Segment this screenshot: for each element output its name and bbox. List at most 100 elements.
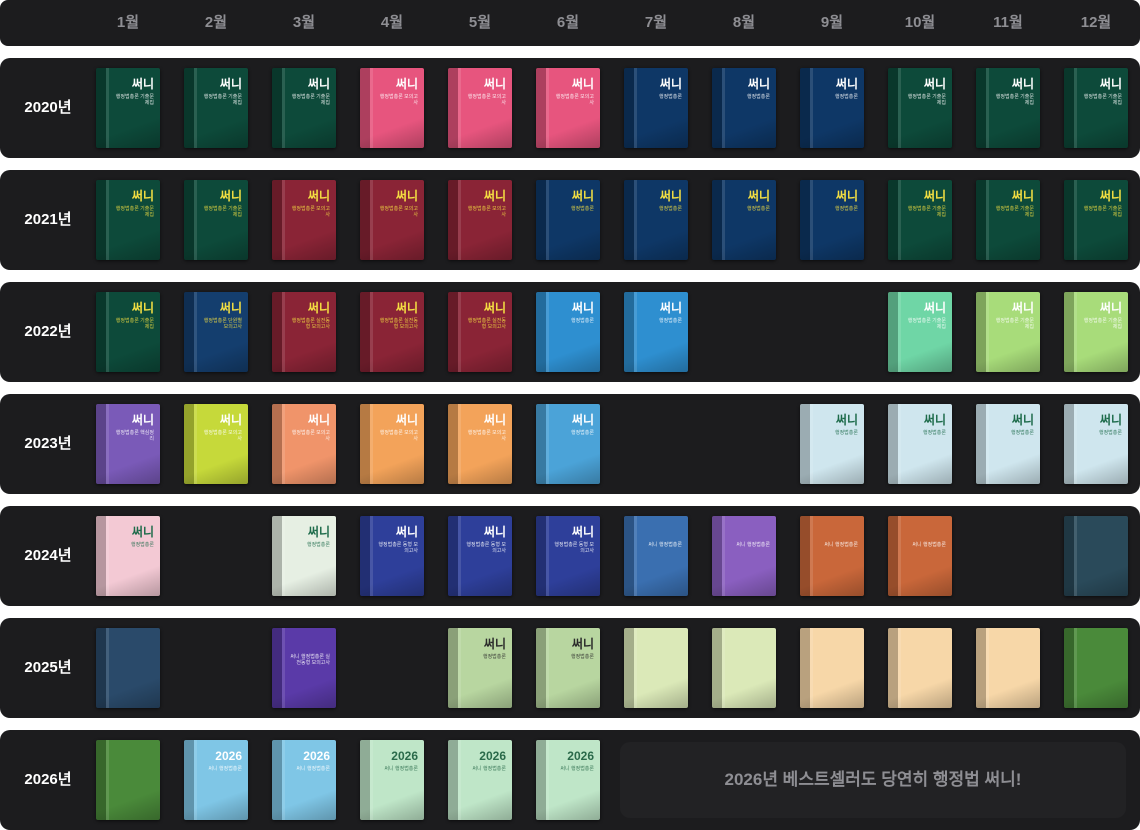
- book-cover[interactable]: 써니 행정법총론 실전동형 모의고사: [360, 292, 424, 372]
- book-cover[interactable]: [800, 628, 864, 708]
- book-title: 써니: [571, 189, 594, 203]
- book-cover[interactable]: 써니 행정법총론 모의고사: [448, 68, 512, 148]
- book-cover[interactable]: 써니 행정법총론: [624, 292, 688, 372]
- book-cover[interactable]: 2026 써니 행정법총론: [448, 740, 512, 820]
- book-cover[interactable]: 써니 행정법총론: [448, 628, 512, 708]
- book-subtitle: 써니 행정법총론: [560, 766, 594, 772]
- book-cover[interactable]: 써니 행정법총론: [536, 628, 600, 708]
- book-cover[interactable]: 써니 행정법총론: [1064, 404, 1128, 484]
- book-cover[interactable]: 써니 행정법총론: [624, 68, 688, 148]
- book-spine-edge: [370, 516, 373, 596]
- book-spine-edge: [634, 180, 637, 260]
- book-cover[interactable]: 써니 행정법총론 기출문제집: [976, 68, 1040, 148]
- book-subtitle: 행정법총론 모의고사: [467, 430, 506, 442]
- book-title: 써니: [307, 301, 330, 315]
- book-title: 써니: [835, 413, 858, 427]
- book-cover[interactable]: [712, 628, 776, 708]
- month-label: 1월: [116, 14, 140, 31]
- book-cover[interactable]: 써니 행정법총론 모의고사: [360, 68, 424, 148]
- book-cover[interactable]: 써니 행정법총론 기출문제집: [96, 180, 160, 260]
- book-cover[interactable]: 써니 행정법총론: [800, 404, 864, 484]
- book-title: 써니: [307, 77, 330, 91]
- month-label: 6월: [556, 14, 580, 31]
- book-cover[interactable]: 써니 행정법총론: [976, 404, 1040, 484]
- book-cover[interactable]: 써니 행정법총론: [800, 180, 864, 260]
- book-spine: [712, 68, 722, 148]
- book-cover[interactable]: 써니 행정법총론 기출문제집: [184, 180, 248, 260]
- book-cover[interactable]: 써니 행정법총론: [96, 516, 160, 596]
- book-cover[interactable]: 써니 행정법총론 기출문제집: [96, 292, 160, 372]
- book-cover[interactable]: [1064, 628, 1128, 708]
- book-cover[interactable]: 써니 행정법총론 모의고사: [184, 404, 248, 484]
- book-cover[interactable]: 써니 행정법총론 기출문제집: [1064, 292, 1128, 372]
- book-cover[interactable]: 써니 행정법총론: [800, 516, 864, 596]
- book-cover[interactable]: 써니 행정법총론 기출문제집: [888, 180, 952, 260]
- book-spine-edge: [106, 68, 109, 148]
- book-cover[interactable]: 써니 행정법총론 기출문제집: [272, 68, 336, 148]
- book-cover[interactable]: 써니 행정법총론: [536, 292, 600, 372]
- book-spine: [360, 292, 370, 372]
- book-spine: [448, 68, 458, 148]
- book-spine: [536, 68, 546, 148]
- book-spine: [888, 404, 898, 484]
- book-cover[interactable]: 써니 행정법총론: [712, 516, 776, 596]
- book-title: 써니: [131, 413, 154, 427]
- book-spine: [624, 292, 634, 372]
- book-cover[interactable]: 써니 행정법총론: [624, 180, 688, 260]
- book-cover[interactable]: 써니 행정법총론 실전동형 모의고사: [272, 292, 336, 372]
- book-cover[interactable]: 써니 행정법총론 동형 모의고사: [536, 516, 600, 596]
- book-spine: [272, 180, 282, 260]
- book-cover[interactable]: 써니 행정법총론 기출문제집: [1064, 68, 1128, 148]
- book-title: 써니: [395, 189, 418, 203]
- book-cover[interactable]: 써니 행정법총론 기출문제집: [888, 68, 952, 148]
- book-cover[interactable]: 써니 행정법총론 기출문제집: [184, 68, 248, 148]
- book-cover[interactable]: 써니 행정법총론: [800, 68, 864, 148]
- book-cover[interactable]: 써니 행정법총론 동형 모의고사: [448, 516, 512, 596]
- book-cover[interactable]: 써니 행정법총론 모의고사: [448, 404, 512, 484]
- book-subtitle: 행정법총론: [570, 206, 594, 212]
- book-cover[interactable]: [96, 628, 160, 708]
- book-spine: [1064, 180, 1074, 260]
- book-spine: [536, 404, 546, 484]
- book-cover[interactable]: 써니 행정법총론 핵심정리: [96, 404, 160, 484]
- book-cover[interactable]: 써니 행정법총론: [536, 404, 600, 484]
- book-cover[interactable]: 써니 행정법총론 기출문제집: [888, 292, 952, 372]
- book-cover[interactable]: 2026 써니 행정법총론: [360, 740, 424, 820]
- book-spine: [96, 180, 106, 260]
- book-cover[interactable]: 2026 써니 행정법총론: [184, 740, 248, 820]
- book-cover[interactable]: 써니행정법총론: [536, 180, 600, 260]
- book-cover[interactable]: 써니 행정법총론 모의고사: [536, 68, 600, 148]
- book-cover[interactable]: 써니 행정법총론 실전동형 모의고사: [272, 628, 336, 708]
- book-cover[interactable]: [96, 740, 160, 820]
- book-cover[interactable]: 써니 행정법총론 모의고사: [272, 180, 336, 260]
- book-cover[interactable]: 써니 행정법총론 모의고사: [360, 180, 424, 260]
- book-cover[interactable]: 써니 행정법총론 동형 모의고사: [360, 516, 424, 596]
- book-cover[interactable]: 써니 행정법총론 기출문제집: [1064, 180, 1128, 260]
- book-cover[interactable]: 써니 행정법총론: [272, 516, 336, 596]
- book-cover[interactable]: 써니 행정법총론: [712, 180, 776, 260]
- book-cover[interactable]: 써니 행정법총론 기출문제집: [96, 68, 160, 148]
- book-cover[interactable]: [1064, 516, 1128, 596]
- book-cover[interactable]: 2026 써니 행정법총론: [272, 740, 336, 820]
- book-title: 써니: [483, 637, 506, 651]
- book-cover[interactable]: [888, 628, 952, 708]
- book-cover[interactable]: 써니 행정법총론 기출문제집: [976, 292, 1040, 372]
- book-spine-edge: [986, 292, 989, 372]
- book-cover[interactable]: 써니 행정법총론: [624, 516, 688, 596]
- book-title: 써니: [219, 77, 242, 91]
- book-cover[interactable]: 써니 행정법총론 모의고사: [448, 180, 512, 260]
- book-cover[interactable]: 써니 행정법총론 모의고사: [360, 404, 424, 484]
- book-cover[interactable]: 써니 행정법총론 기출문제집: [976, 180, 1040, 260]
- book-cover[interactable]: [976, 628, 1040, 708]
- book-cover[interactable]: 써니 행정법총론: [712, 68, 776, 148]
- book-cover[interactable]: 써니 행정법총론: [888, 516, 952, 596]
- book-subtitle: 행정법총론: [658, 94, 682, 100]
- book-spine: [184, 180, 194, 260]
- book-subtitle: 써니 행정법총론: [296, 766, 330, 772]
- book-cover[interactable]: 2026 써니 행정법총론: [536, 740, 600, 820]
- book-cover[interactable]: [624, 628, 688, 708]
- book-cover[interactable]: 써니 행정법총론 모의고사: [272, 404, 336, 484]
- book-cover[interactable]: 써니 행정법총론: [888, 404, 952, 484]
- book-cover[interactable]: 써니 행정법총론 실전동형 모의고사: [448, 292, 512, 372]
- book-cover[interactable]: 써니 행정법총론 단원별 모의고사: [184, 292, 248, 372]
